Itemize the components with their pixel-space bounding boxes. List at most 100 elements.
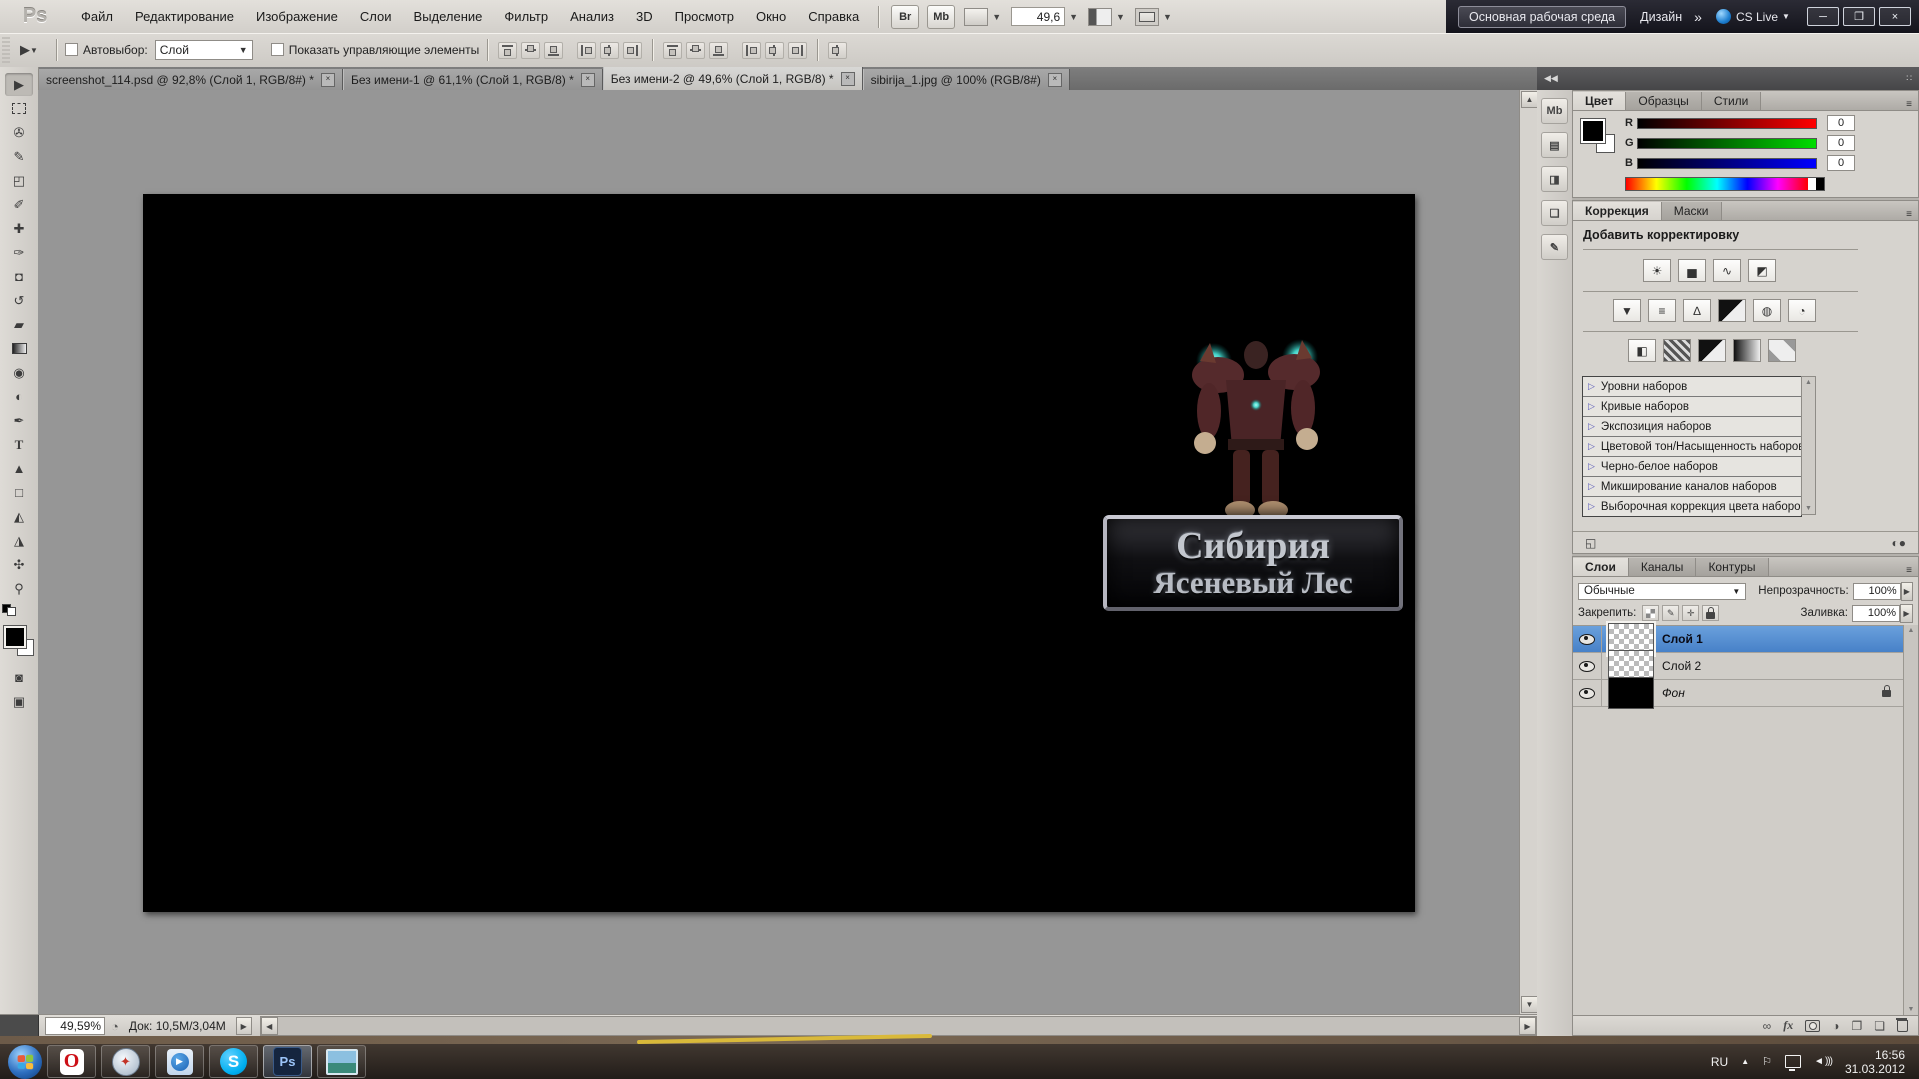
scroll-down-icon[interactable]: ▼	[1521, 996, 1538, 1013]
menu-image[interactable]: Изображение	[245, 0, 349, 33]
foreground-color-swatch[interactable]	[1580, 118, 1606, 144]
status-zoom-input[interactable]	[45, 1017, 105, 1035]
horizontal-scrollbar[interactable]: ◀ ▶	[259, 1016, 1537, 1036]
close-icon[interactable]: ×	[1047, 72, 1062, 87]
taskbar-opera-button[interactable]: O	[47, 1045, 96, 1078]
vibrance-icon[interactable]: ▼	[1613, 299, 1641, 322]
preset-item[interactable]: ▷ Кривые наборов	[1583, 397, 1801, 417]
tab-styles[interactable]: Стили	[1701, 92, 1762, 110]
expand-triangle-icon[interactable]: ▷	[1588, 401, 1595, 412]
preset-item[interactable]: ▷ Выборочная коррекция цвета наборов	[1583, 497, 1801, 516]
arrange-documents-dropdown[interactable]: ▼	[1088, 7, 1125, 26]
expand-triangle-icon[interactable]: ▷	[1588, 441, 1595, 452]
selective-color-icon[interactable]	[1768, 339, 1796, 362]
taskbar-safari-button[interactable]: ✦	[101, 1045, 150, 1078]
dock-panel-icon[interactable]: ✎	[1541, 234, 1568, 260]
align-bottom-edges-button[interactable]	[544, 41, 564, 59]
expand-triangle-icon[interactable]: ▷	[1588, 501, 1595, 512]
type-tool[interactable]: T	[5, 433, 33, 456]
green-value-input[interactable]	[1827, 135, 1855, 151]
brush-tool[interactable]: ✑	[5, 241, 33, 264]
view-extras-dropdown[interactable]: ▼	[964, 7, 1001, 26]
scroll-left-icon[interactable]: ◀	[260, 1017, 278, 1035]
distribute-vertical-centers-button[interactable]	[686, 41, 706, 59]
move-tool[interactable]: ▶	[5, 73, 33, 96]
minimize-button[interactable]: ─	[1807, 7, 1839, 26]
exposure-icon[interactable]: ◩	[1748, 259, 1776, 282]
gradient-tool[interactable]	[5, 337, 33, 360]
panel-menu-icon[interactable]: ≡	[1906, 99, 1912, 110]
document-tab[interactable]: sibirija_1.jpg @ 100% (RGB/8#) ×	[862, 69, 1070, 90]
new-group-icon[interactable]: ❐	[1851, 1019, 1862, 1033]
menu-edit[interactable]: Редактирование	[124, 0, 245, 33]
distribute-bottom-edges-button[interactable]	[709, 41, 729, 59]
background-layer-row[interactable]: Фон	[1573, 677, 1903, 709]
align-top-edges-button[interactable]	[498, 41, 518, 59]
visibility-toggle[interactable]	[1573, 626, 1602, 652]
photo-filter-icon[interactable]: ◍	[1753, 299, 1781, 322]
lasso-tool[interactable]: ✇	[5, 121, 33, 144]
menu-layers[interactable]: Слои	[349, 0, 403, 33]
mini-bridge-panel-icon[interactable]: Mb	[1541, 98, 1568, 124]
layers-scrollbar[interactable]: ▲ ▼	[1903, 625, 1918, 1015]
menu-analysis[interactable]: Анализ	[559, 0, 625, 33]
taskbar-photoshop-button[interactable]: Ps	[263, 1045, 312, 1078]
quick-selection-tool[interactable]: ✎	[5, 145, 33, 168]
distribute-top-edges-button[interactable]	[663, 41, 683, 59]
workspace-design-button[interactable]: Дизайн	[1640, 10, 1682, 24]
taskbar-media-player-button[interactable]: ▶	[155, 1045, 204, 1078]
taskbar-skype-button[interactable]: S	[209, 1045, 258, 1078]
workspace-overflow-icon[interactable]: »	[1694, 9, 1702, 25]
tab-channels[interactable]: Каналы	[1628, 558, 1697, 576]
document-tab[interactable]: Без имени-1 @ 61,1% (Слой 1, RGB/8) * ×	[342, 69, 603, 90]
invert-icon[interactable]: ◧	[1628, 339, 1656, 362]
default-colors-icon[interactable]	[2, 604, 16, 616]
new-layer-icon[interactable]: ❏	[1874, 1019, 1885, 1033]
path-selection-tool[interactable]: ▲	[5, 457, 33, 480]
rectangle-tool[interactable]: □	[5, 481, 33, 504]
align-vertical-centers-button[interactable]	[521, 41, 541, 59]
opacity-input[interactable]	[1852, 582, 1901, 600]
dock-panel-icon[interactable]: ▤	[1541, 132, 1568, 158]
menu-view[interactable]: Просмотр	[664, 0, 745, 33]
distribute-horizontal-centers-button[interactable]	[765, 41, 785, 59]
scroll-down-icon[interactable]: ▼	[1805, 505, 1812, 512]
menu-filter[interactable]: Фильтр	[493, 0, 559, 33]
channel-mixer-icon[interactable]: ◔	[1788, 299, 1816, 322]
scroll-up-icon[interactable]: ▲	[1521, 91, 1538, 108]
history-brush-tool[interactable]: ↺	[5, 289, 33, 312]
new-adjustment-layer-icon[interactable]: ◑	[1832, 1019, 1839, 1033]
align-horizontal-centers-button[interactable]	[600, 41, 620, 59]
lock-all-icon[interactable]	[1702, 605, 1720, 621]
menu-help[interactable]: Справка	[797, 0, 870, 33]
screen-mode-dropdown[interactable]: ▼	[1134, 7, 1172, 26]
taskbar-photo-viewer-button[interactable]	[317, 1045, 366, 1078]
dock-options-icon[interactable]: ∷	[1906, 73, 1912, 84]
preset-item[interactable]: ▷ Экспозиция наборов	[1583, 417, 1801, 437]
cs-live-button[interactable]: CS Live ▼	[1715, 9, 1790, 24]
align-right-edges-button[interactable]	[623, 41, 643, 59]
lock-transparency-icon[interactable]	[1642, 605, 1660, 621]
tab-adjustments[interactable]: Коррекция	[1573, 202, 1662, 220]
zoom-level-input[interactable]	[1011, 7, 1066, 26]
fill-spinner-icon[interactable]: ▶	[1900, 603, 1913, 623]
color-balance-icon[interactable]: ∆	[1683, 299, 1711, 322]
layer-style-icon[interactable]: fx	[1783, 1018, 1793, 1033]
show-hidden-icons[interactable]: ▲	[1741, 1057, 1749, 1066]
autoselect-target-select[interactable]: Слой ▼	[154, 40, 253, 60]
eraser-tool[interactable]: ▰	[5, 313, 33, 336]
lock-pixels-icon[interactable]: ✎	[1662, 605, 1680, 621]
lock-position-icon[interactable]: ✛	[1682, 605, 1700, 621]
expand-triangle-icon[interactable]: ▷	[1588, 421, 1595, 432]
zoom-tool[interactable]: ⚲	[5, 577, 33, 600]
color-panel-swatches[interactable]	[1580, 118, 1615, 153]
scroll-down-icon[interactable]: ▼	[1908, 1006, 1915, 1013]
layer-row-selected[interactable]: Слой 1	[1573, 621, 1903, 657]
delete-layer-icon[interactable]	[1896, 1017, 1908, 1032]
eyedropper-tool[interactable]: ✐	[5, 193, 33, 216]
bridge-button[interactable]: Br	[891, 4, 920, 29]
workspace-active-button[interactable]: Основная рабочая среда	[1458, 5, 1627, 28]
canvas-work-area[interactable]: Сибирия Ясеневый Лес	[38, 90, 1519, 1014]
tab-swatches[interactable]: Образцы	[1626, 92, 1702, 110]
fill-input[interactable]	[1852, 604, 1900, 622]
